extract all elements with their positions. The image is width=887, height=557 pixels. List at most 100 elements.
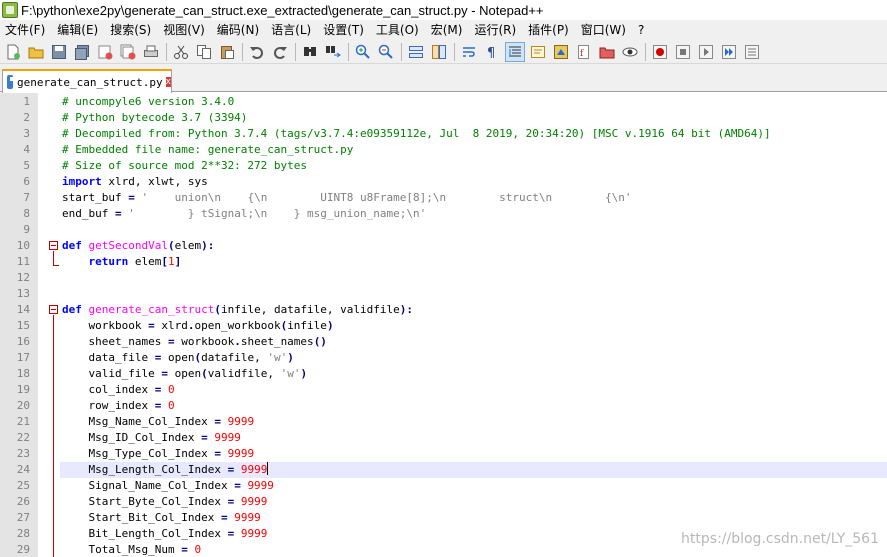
code-line[interactable]: 8 end_buf = ' } tSignal;\n } msg_union_na… (0, 206, 887, 222)
menu-help[interactable]: ? (633, 20, 651, 40)
code-line[interactable]: 21 Msg_Name_Col_Index = 9999 (0, 414, 887, 430)
code-line[interactable]: 26 Start_Byte_Col_Index = 9999 (0, 494, 887, 510)
copy-icon[interactable] (194, 42, 214, 62)
code-line[interactable]: 11 return elem[1] (0, 254, 887, 270)
find-icon[interactable] (300, 42, 320, 62)
code-line[interactable]: 10 def getSecondVal(elem): (0, 238, 887, 254)
code-text: import xlrd, xlwt, sys (62, 174, 208, 190)
replace-icon[interactable] (323, 42, 343, 62)
menu-plugins[interactable]: 插件(P) (523, 20, 576, 40)
code-line[interactable]: 13 (0, 286, 887, 302)
record-macro-icon[interactable] (650, 42, 670, 62)
window-title: F:\python\exe2py\generate_can_struct.exe… (21, 2, 544, 18)
line-number: 25 (16, 479, 30, 492)
code-text: data_file = open(datafile, 'w') (62, 350, 293, 366)
code-token: 'w' (267, 351, 288, 364)
paste-icon[interactable] (217, 42, 237, 62)
code-line[interactable]: 4 # Embedded file name: generate_can_stru… (0, 142, 887, 158)
line-number: 23 (16, 447, 30, 460)
code-token: = (181, 543, 188, 556)
menu-window[interactable]: 窗口(W) (576, 20, 633, 40)
menu-edit[interactable]: 编辑(E) (52, 20, 105, 40)
close-icon[interactable] (95, 42, 115, 62)
code-text: # Size of source mod 2**32: 272 bytes (62, 158, 307, 174)
redo-icon[interactable] (270, 42, 290, 62)
code-line[interactable]: 23 Msg_Type_Col_Index = 9999 (0, 446, 887, 462)
code-token: () (313, 335, 327, 348)
code-line[interactable]: 24 Msg_Length_Col_Index = 9999 (0, 462, 887, 478)
doc-map-icon[interactable] (551, 42, 571, 62)
code-line[interactable]: 1 # uncompyle6 version 3.4.0 (0, 94, 887, 110)
code-line[interactable]: 2 # Python bytecode 3.7 (3394) (0, 110, 887, 126)
tab-close-icon[interactable]: x (165, 77, 171, 87)
play-macro-icon[interactable] (696, 42, 716, 62)
code-line[interactable]: 12 (0, 270, 887, 286)
menu-settings[interactable]: 设置(T) (318, 20, 371, 40)
menu-file[interactable]: 文件(F) (0, 20, 52, 40)
code-token: = (114, 207, 122, 220)
menu-run[interactable]: 运行(R) (469, 20, 523, 40)
cut-icon[interactable] (171, 42, 191, 62)
zoom-in-icon[interactable] (353, 42, 373, 62)
code-text: # Embedded file name: generate_can_struc… (62, 142, 353, 158)
menu-view[interactable]: 视图(V) (158, 20, 212, 40)
code-lines: 1 # uncompyle6 version 3.4.0 2 # Python byt… (0, 94, 887, 557)
code-line[interactable]: 3 # Decompiled from: Python 3.7.4 (tags/v… (0, 126, 887, 142)
code-text: return elem[1] (62, 254, 182, 270)
code-token: 9999 (240, 527, 268, 540)
save-macro-icon[interactable] (742, 42, 762, 62)
code-line[interactable]: 17 data_file = open(datafile, 'w') (0, 350, 887, 366)
menu-search[interactable]: 搜索(S) (105, 20, 158, 40)
undo-icon[interactable] (247, 42, 267, 62)
code-line[interactable]: 25 Signal_Name_Col_Index = 9999 (0, 478, 887, 494)
code-line[interactable]: 18 valid_file = open(validfile, 'w') (0, 366, 887, 382)
save-icon[interactable] (49, 42, 69, 62)
user-defined-language-icon[interactable] (528, 42, 548, 62)
line-number: 3 (23, 127, 30, 140)
code-line[interactable]: 16 sheet_names = workbook.sheet_names() (0, 334, 887, 350)
code-line[interactable]: 19 col_index = 0 (0, 382, 887, 398)
line-number: 4 (23, 143, 30, 156)
code-line[interactable]: 5 # Size of source mod 2**32: 272 bytes (0, 158, 887, 174)
code-text: row_index = 0 (62, 398, 174, 414)
code-line[interactable]: 27 Start_Bit_Col_Index = 9999 (0, 510, 887, 526)
word-wrap-icon[interactable] (459, 42, 479, 62)
show-all-chars-icon[interactable]: ¶ (482, 42, 502, 62)
indent-guide-icon[interactable] (505, 41, 525, 62)
code-token: 9999 (227, 447, 255, 460)
save-all-icon[interactable] (72, 42, 92, 62)
code-line[interactable]: 15 workbook = xlrd.open_workbook(infile) (0, 318, 887, 334)
sync-vertical-icon[interactable] (406, 42, 426, 62)
new-file-icon[interactable] (3, 42, 23, 62)
code-token: Msg_Name_Col_Index (62, 415, 215, 428)
run-macro-multiple-icon[interactable] (719, 42, 739, 62)
sync-horizontal-icon[interactable] (429, 42, 449, 62)
stop-record-icon[interactable] (673, 42, 693, 62)
code-token: ] (174, 255, 182, 268)
menu-language[interactable]: 语言(L) (266, 20, 318, 40)
open-file-icon[interactable] (26, 42, 46, 62)
code-editor[interactable]: 1 # uncompyle6 version 3.4.0 2 # Python byt… (0, 93, 887, 557)
menu-tools[interactable]: 工具(O) (371, 20, 426, 40)
folder-workspace-icon[interactable] (597, 42, 617, 62)
code-token: return (88, 255, 129, 268)
code-line[interactable]: 22 Msg_ID_Col_Index = 9999 (0, 430, 887, 446)
code-line[interactable]: 9 (0, 222, 887, 238)
code-line[interactable]: 14 def generate_can_struct(infile, datafi… (0, 302, 887, 318)
monitoring-icon[interactable] (620, 42, 640, 62)
close-all-icon[interactable] (118, 42, 138, 62)
code-token: open (167, 367, 202, 380)
code-line[interactable]: 20 row_index = 0 (0, 398, 887, 414)
code-text: # Python bytecode 3.7 (3394) (62, 110, 247, 126)
zoom-out-icon[interactable] (376, 42, 396, 62)
tab-generate-can-struct[interactable]: generate_can_struct.py x (2, 69, 172, 93)
print-icon[interactable] (141, 42, 161, 62)
code-line[interactable]: 7 start_buf = ' union\n {\n UINT8 u8Frame… (0, 190, 887, 206)
menu-macro[interactable]: 宏(M) (426, 20, 470, 40)
menu-encoding[interactable]: 编码(N) (212, 20, 266, 40)
line-number: 12 (16, 271, 30, 284)
code-text: valid_file = open(validfile, 'w') (62, 366, 307, 382)
function-list-icon[interactable]: f (574, 42, 594, 62)
code-line[interactable]: 6 import xlrd, xlwt, sys (0, 174, 887, 190)
